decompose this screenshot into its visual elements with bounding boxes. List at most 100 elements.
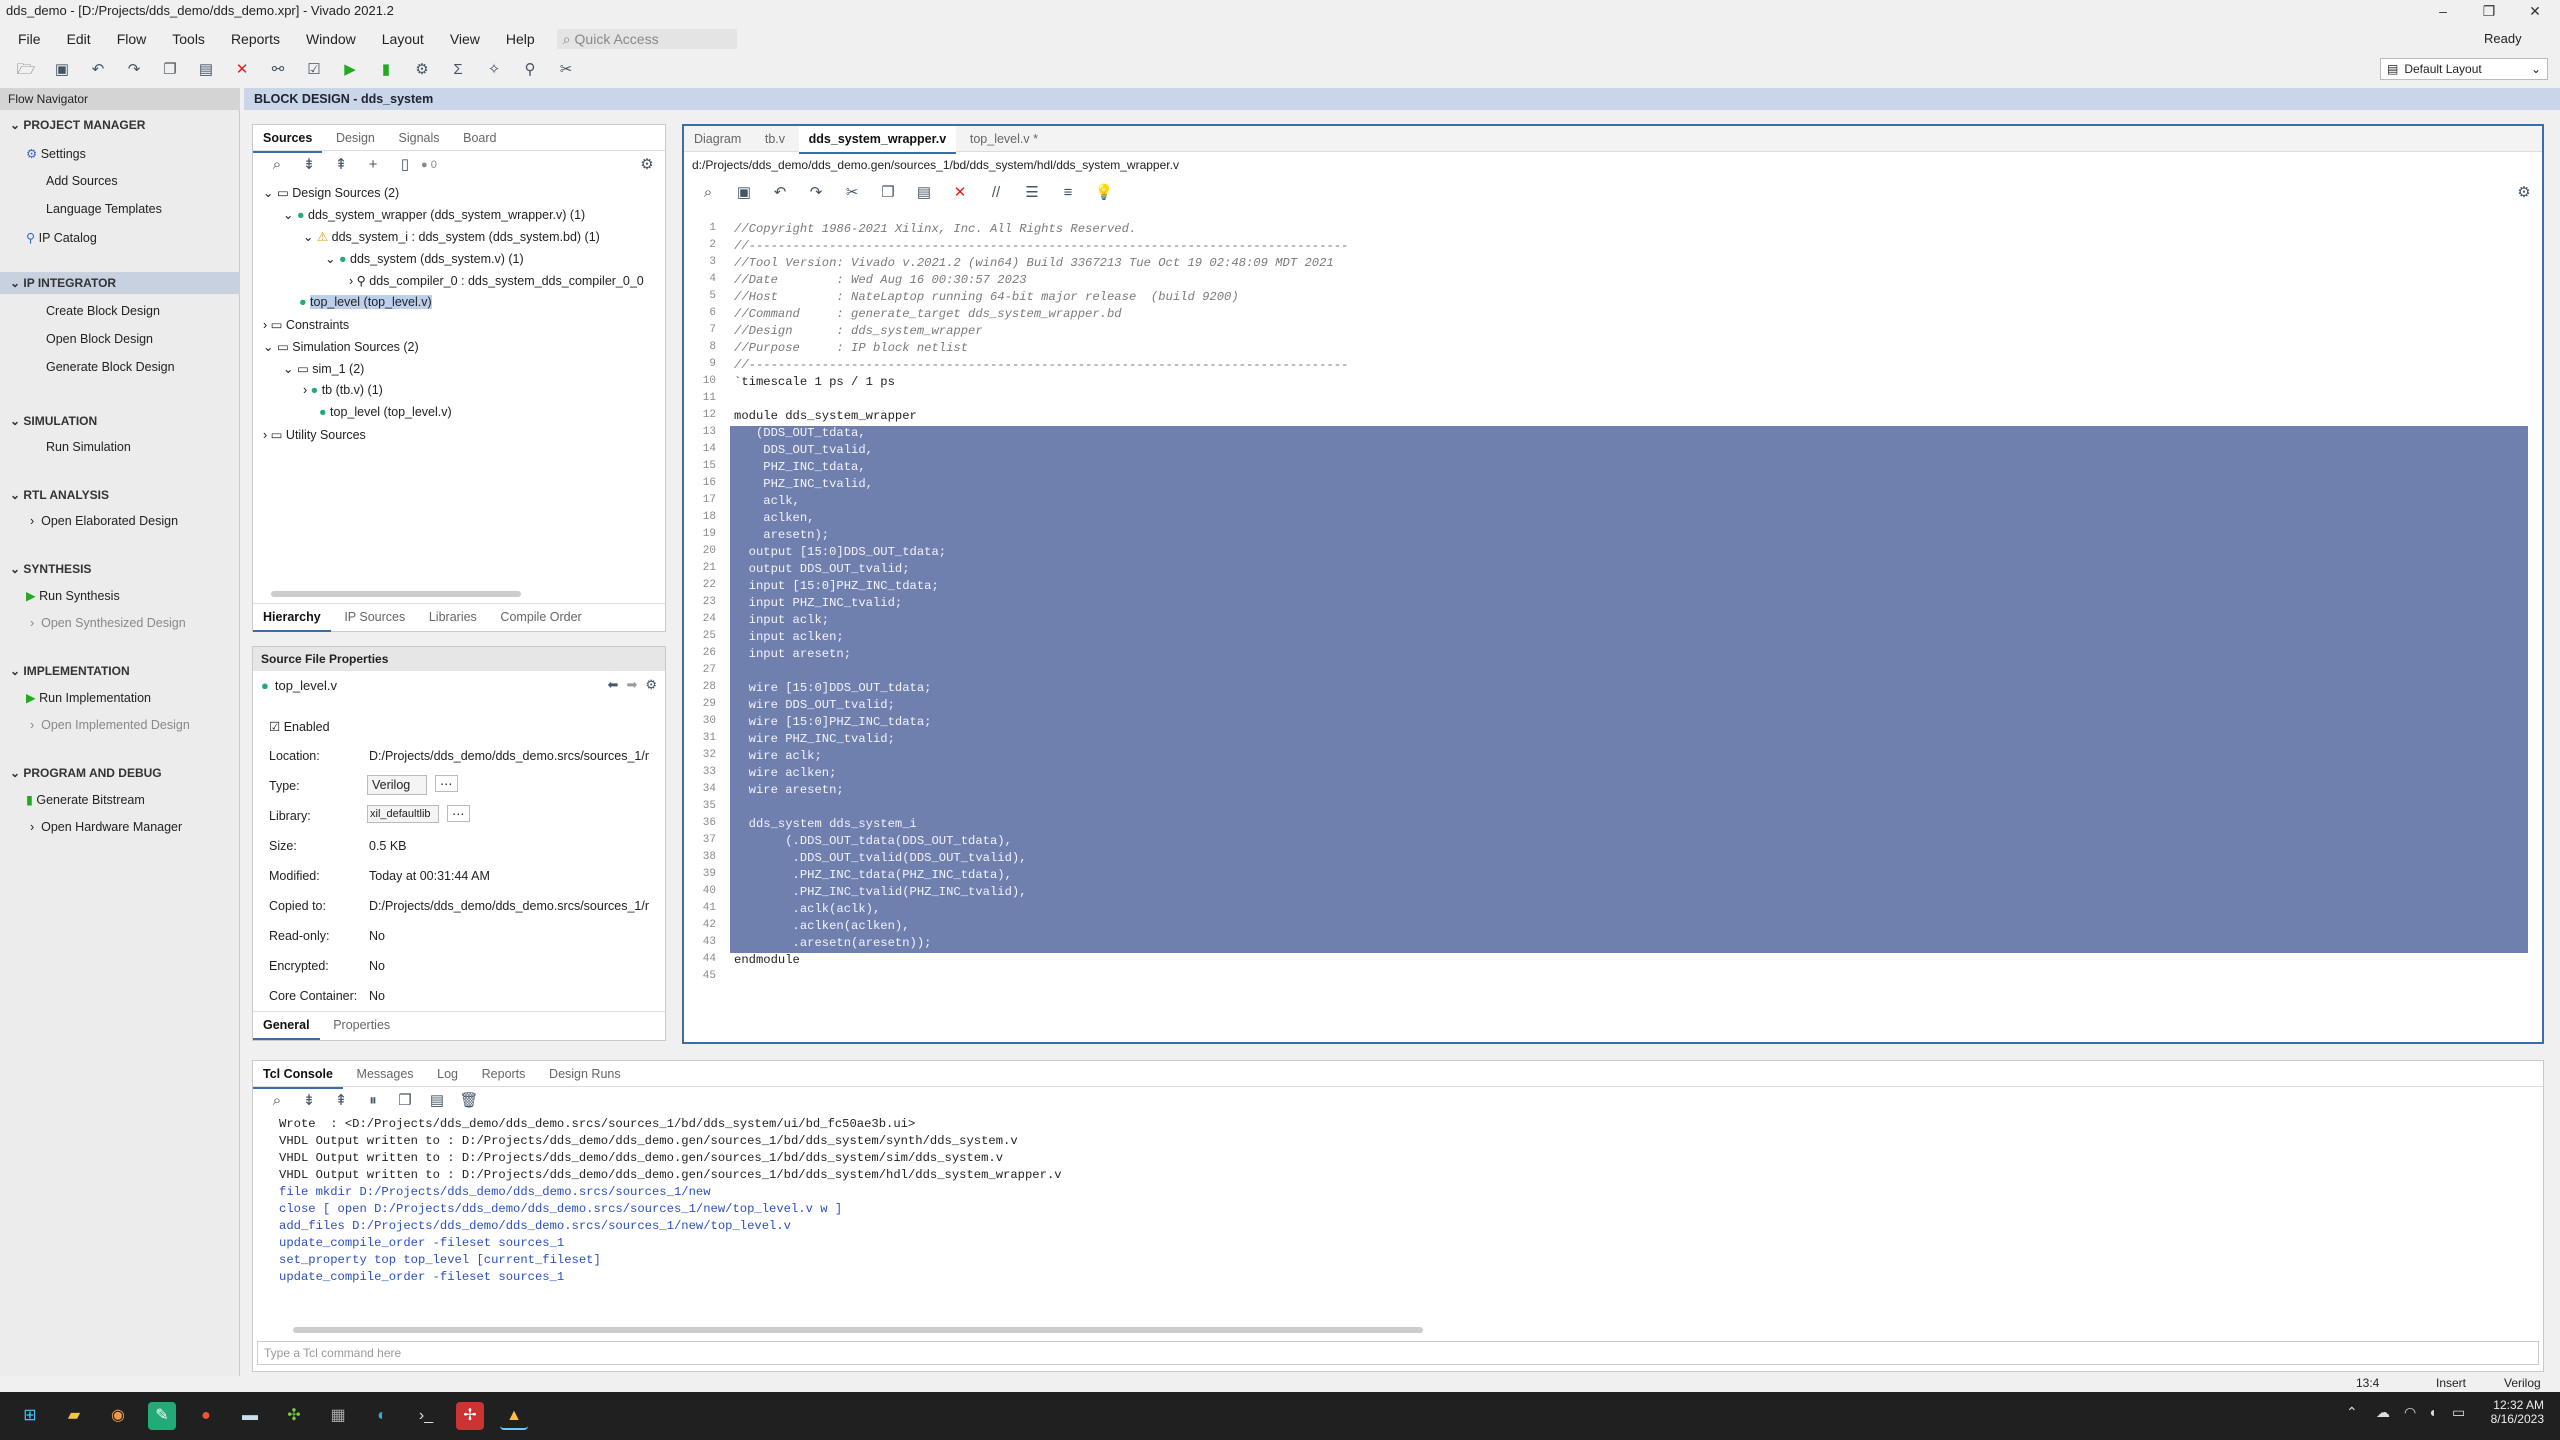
- volume-icon[interactable]: ◖: [2428, 1404, 2436, 1420]
- tree-node[interactable]: ⌄ ⚠ dds_system_i : dds_system (dds_syste…: [303, 229, 600, 244]
- system-clock[interactable]: 12:32 AM 8/16/2023: [2482, 1398, 2544, 1426]
- edge-icon[interactable]: ◐: [368, 1402, 396, 1430]
- menu-view[interactable]: View: [450, 31, 480, 47]
- tree-node[interactable]: ⌄ ▭ sim_1 (2): [283, 361, 364, 376]
- paste-icon[interactable]: ▤: [914, 183, 934, 203]
- tray-chevron-icon[interactable]: ⌃: [2346, 1404, 2358, 1421]
- back-arrow-icon[interactable]: ⬅: [608, 677, 619, 693]
- tab-tcl-console[interactable]: Tcl Console: [253, 1061, 343, 1089]
- validate-icon[interactable]: ☑: [304, 60, 324, 80]
- tree-node[interactable]: ⌄ ● dds_system (dds_system.v) (1): [325, 251, 524, 266]
- file-explorer-icon[interactable]: ▰: [60, 1402, 88, 1430]
- generate-bitstream-item[interactable]: ▮ Generate Bitstream: [26, 792, 145, 807]
- copy-icon[interactable]: ❐: [878, 183, 898, 203]
- menu-reports[interactable]: Reports: [231, 31, 280, 47]
- link-icon[interactable]: ⚲: [520, 60, 540, 80]
- run-implementation-item[interactable]: ▶ Run Implementation: [26, 690, 151, 705]
- onedrive-icon[interactable]: ☁: [2376, 1404, 2390, 1421]
- search-icon[interactable]: ⌕: [267, 1091, 287, 1111]
- sigma-icon[interactable]: Σ: [448, 60, 468, 80]
- paste-icon[interactable]: ▤: [196, 60, 216, 80]
- file-icon[interactable]: ▯: [395, 155, 415, 175]
- outdent-icon[interactable]: ≡: [1058, 183, 1078, 203]
- open-synthesized-design-item[interactable]: › Open Synthesized Design: [30, 616, 186, 630]
- section-program-debug[interactable]: ⌄ PROGRAM AND DEBUG: [10, 766, 162, 780]
- save-icon[interactable]: ▣: [734, 183, 754, 203]
- enabled-checkbox[interactable]: ☑ Enabled: [269, 719, 330, 734]
- battery-icon[interactable]: ▭: [2452, 1404, 2465, 1421]
- menu-window[interactable]: Window: [306, 31, 356, 47]
- layout-select[interactable]: ▤ Default Layout ⌄: [2380, 58, 2548, 80]
- ip-catalog-item[interactable]: ⚲ IP Catalog: [26, 230, 97, 245]
- tab-properties[interactable]: Properties: [323, 1012, 400, 1038]
- vivado-icon[interactable]: ▲: [500, 1402, 528, 1430]
- collapse-all-icon[interactable]: ⇟: [299, 1091, 319, 1111]
- redo-icon[interactable]: ↷: [124, 60, 144, 80]
- open-elaborated-design-item[interactable]: › Open Elaborated Design: [30, 514, 178, 528]
- tab-design[interactable]: Design: [326, 125, 385, 151]
- tree-node[interactable]: ● top_level (top_level.v): [319, 405, 452, 419]
- menu-flow[interactable]: Flow: [117, 31, 147, 47]
- add-icon[interactable]: +: [363, 155, 383, 175]
- section-project-manager[interactable]: ⌄ PROJECT MANAGER: [10, 118, 145, 132]
- section-simulation[interactable]: ⌄ SIMULATION: [10, 414, 97, 428]
- tab-hierarchy[interactable]: Hierarchy: [253, 604, 331, 632]
- settings-item[interactable]: ⚙ Settings: [26, 146, 86, 161]
- tcl-command-input[interactable]: Type a Tcl command here: [257, 1341, 2539, 1365]
- section-implementation[interactable]: ⌄ IMPLEMENTATION: [10, 664, 130, 678]
- code-area[interactable]: 1 //Copyright 1986-2021 Xilinx, Inc. All …: [688, 222, 2538, 1012]
- tab-dds-system-wrapper[interactable]: dds_system_wrapper.v: [798, 126, 957, 154]
- search-icon[interactable]: ⌕: [698, 183, 718, 203]
- tree-node-selected[interactable]: ● top_level (top_level.v): [299, 295, 432, 309]
- undo-icon[interactable]: ↶: [88, 60, 108, 80]
- calculator-icon[interactable]: ▦: [324, 1402, 352, 1430]
- menu-file[interactable]: File: [18, 31, 41, 47]
- pause-icon[interactable]: ⏸: [363, 1091, 383, 1111]
- generate-block-design-item[interactable]: Generate Block Design: [46, 360, 175, 374]
- tab-board[interactable]: Board: [453, 125, 506, 151]
- windows-start-icon[interactable]: ⊞: [16, 1402, 44, 1430]
- gear-icon[interactable]: ⚙: [645, 677, 657, 693]
- restore-icon[interactable]: ❐: [2466, 0, 2512, 22]
- open-implemented-design-item[interactable]: › Open Implemented Design: [30, 718, 190, 732]
- table-icon[interactable]: ▤: [427, 1091, 447, 1111]
- tab-signals[interactable]: Signals: [389, 125, 450, 151]
- horizontal-scrollbar[interactable]: [293, 1327, 1423, 1333]
- menu-layout[interactable]: Layout: [382, 31, 424, 47]
- comment-icon[interactable]: //: [986, 183, 1006, 203]
- close-icon[interactable]: ✕: [2512, 0, 2558, 22]
- cut-icon[interactable]: ✂: [842, 183, 862, 203]
- gear-icon[interactable]: ⚙: [2514, 183, 2534, 203]
- tree-node[interactable]: ⌄ ▭ Simulation Sources (2): [263, 339, 419, 354]
- search-icon[interactable]: ⌕: [267, 155, 287, 175]
- tab-libraries[interactable]: Libraries: [419, 604, 487, 630]
- save-icon[interactable]: ▣: [52, 60, 72, 80]
- program-icon[interactable]: ▮: [376, 60, 396, 80]
- open-block-design-item[interactable]: Open Block Design: [46, 332, 153, 346]
- run-simulation-item[interactable]: Run Simulation: [46, 440, 131, 454]
- trash-icon[interactable]: 🗑: [459, 1091, 479, 1111]
- menu-tools[interactable]: Tools: [172, 31, 205, 47]
- tree-node[interactable]: › ● tb (tb.v) (1): [303, 383, 383, 397]
- tab-top-level[interactable]: top_level.v *: [960, 126, 1048, 152]
- tree-node[interactable]: › ▭ Constraints: [263, 317, 349, 332]
- tab-reports[interactable]: Reports: [472, 1061, 536, 1087]
- tree-node[interactable]: › ⚲ dds_compiler_0 : dds_system_dds_comp…: [349, 273, 644, 288]
- expand-all-icon[interactable]: ⇞: [331, 1091, 351, 1111]
- undo-icon[interactable]: ↶: [770, 183, 790, 203]
- horizontal-scrollbar[interactable]: [271, 591, 521, 597]
- lightbulb-icon[interactable]: 💡: [1094, 183, 1114, 203]
- tools-icon[interactable]: ✂: [556, 60, 576, 80]
- copy-icon[interactable]: ❐: [160, 60, 180, 80]
- tab-design-runs[interactable]: Design Runs: [539, 1061, 631, 1087]
- collapse-all-icon[interactable]: ⇟: [299, 155, 319, 175]
- section-synthesis[interactable]: ⌄ SYNTHESIS: [10, 562, 91, 576]
- matlab-icon[interactable]: ✢: [456, 1402, 484, 1430]
- notepad-icon[interactable]: ✎: [148, 1402, 176, 1430]
- quick-access-search[interactable]: ⌕ Quick Access: [556, 29, 737, 49]
- language-templates-item[interactable]: Language Templates: [46, 202, 162, 216]
- tab-general[interactable]: General: [253, 1012, 320, 1040]
- delete-icon[interactable]: ✕: [232, 60, 252, 80]
- terminal-icon[interactable]: ›_: [412, 1402, 440, 1430]
- delete-icon[interactable]: ✕: [950, 183, 970, 203]
